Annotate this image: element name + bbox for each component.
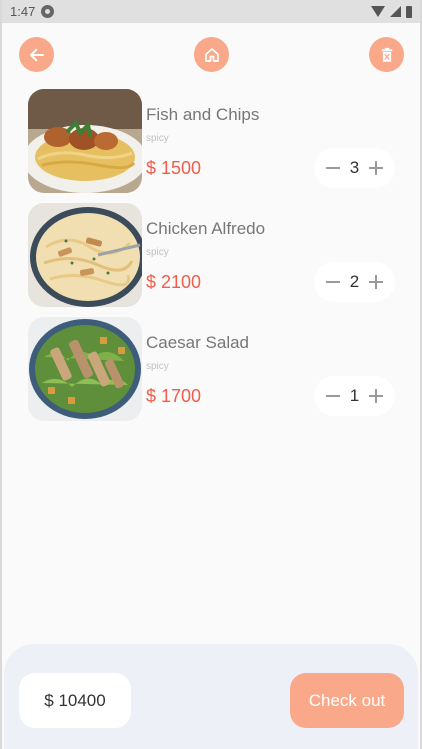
cart-item[interactable]: Chicken Alfredo spicy $ 2100 2	[28, 203, 398, 317]
item-image-chicken-alfredo	[28, 203, 142, 307]
item-name: Caesar Salad	[146, 333, 250, 352]
trash-icon	[381, 47, 392, 62]
battery-icon	[406, 5, 412, 18]
status-time: 1:47	[10, 4, 36, 19]
status-bar: 1:47	[0, 0, 422, 23]
wifi-icon	[371, 6, 385, 17]
quantity-value: 1	[349, 386, 360, 405]
quantity-value: 3	[349, 158, 360, 177]
item-tag: spicy	[146, 133, 169, 144]
total-price: $ 10400	[19, 673, 131, 728]
quantity-stepper: 3	[314, 148, 395, 188]
clear-cart-button[interactable]	[369, 37, 404, 72]
item-image-shrimp-pasta	[28, 89, 142, 193]
signal-icon	[390, 6, 401, 17]
checkout-button[interactable]: Check out	[290, 673, 404, 728]
cart-list: Fish and Chips spicy $ 1500 3 Chicken Al…	[28, 89, 398, 431]
item-name: Fish and Chips	[146, 105, 260, 124]
decrease-quantity-button[interactable]	[325, 388, 341, 404]
arrow-left-icon	[29, 48, 44, 61]
increase-quantity-button[interactable]	[368, 388, 384, 404]
increase-quantity-button[interactable]	[368, 274, 384, 290]
item-price: $ 1500	[146, 158, 202, 178]
cart-item[interactable]: Fish and Chips spicy $ 1500 3	[28, 89, 398, 203]
item-image-caesar-salad	[28, 317, 142, 421]
increase-quantity-button[interactable]	[368, 160, 384, 176]
home-button[interactable]	[194, 37, 229, 72]
item-tag: spicy	[146, 361, 169, 372]
item-tag: spicy	[146, 247, 169, 258]
quantity-value: 2	[349, 272, 360, 291]
item-price: $ 1700	[146, 386, 202, 406]
decrease-quantity-button[interactable]	[325, 160, 341, 176]
item-name: Chicken Alfredo	[146, 219, 266, 238]
quantity-stepper: 1	[314, 376, 395, 416]
cart-item[interactable]: Caesar Salad spicy $ 1700 1	[28, 317, 398, 431]
back-button[interactable]	[19, 37, 54, 72]
home-icon	[204, 47, 219, 62]
decrease-quantity-button[interactable]	[325, 274, 341, 290]
item-price: $ 2100	[146, 272, 202, 292]
quantity-stepper: 2	[314, 262, 395, 302]
settings-notification-icon	[41, 5, 55, 18]
